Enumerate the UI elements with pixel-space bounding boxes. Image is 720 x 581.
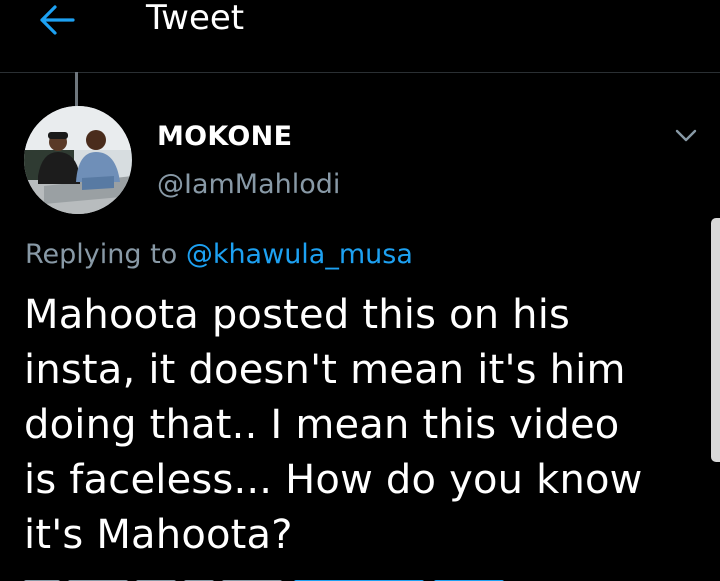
thread-connector-line bbox=[75, 72, 78, 106]
tweet-text: Mahoota posted this on his insta, it doe… bbox=[24, 288, 664, 563]
tweet-options-button[interactable] bbox=[664, 118, 708, 154]
author-handle[interactable]: @IamMahlodi bbox=[157, 168, 340, 202]
tweet-text-line: insta, it doesn't mean it's him bbox=[24, 347, 626, 393]
chevron-down-icon bbox=[675, 129, 697, 142]
back-button[interactable] bbox=[32, 0, 82, 40]
replying-to-line: Replying to @khawula_musa bbox=[25, 237, 413, 273]
replying-to-prefix: Replying to bbox=[25, 239, 186, 270]
top-bar: Tweet bbox=[0, 0, 720, 73]
user-avatar-photo bbox=[24, 106, 132, 214]
tweet-text-line: Mahoota posted this on his bbox=[24, 292, 571, 338]
avatar[interactable] bbox=[24, 106, 132, 214]
page-title: Tweet bbox=[146, 0, 245, 38]
replying-to-mention-link[interactable]: @khawula_musa bbox=[186, 239, 413, 270]
author-display-name[interactable]: MOKONE bbox=[157, 120, 292, 154]
tweet-text-line: it's Mahoota? bbox=[24, 512, 293, 558]
scrollbar-thumb[interactable] bbox=[711, 218, 720, 462]
tweet-metadata-cutoff bbox=[24, 572, 544, 581]
arrow-left-icon bbox=[40, 5, 75, 35]
tweet-text-line: doing that.. I mean this video bbox=[24, 402, 620, 448]
tweet-text-line: is faceless... How do you know bbox=[24, 457, 643, 503]
